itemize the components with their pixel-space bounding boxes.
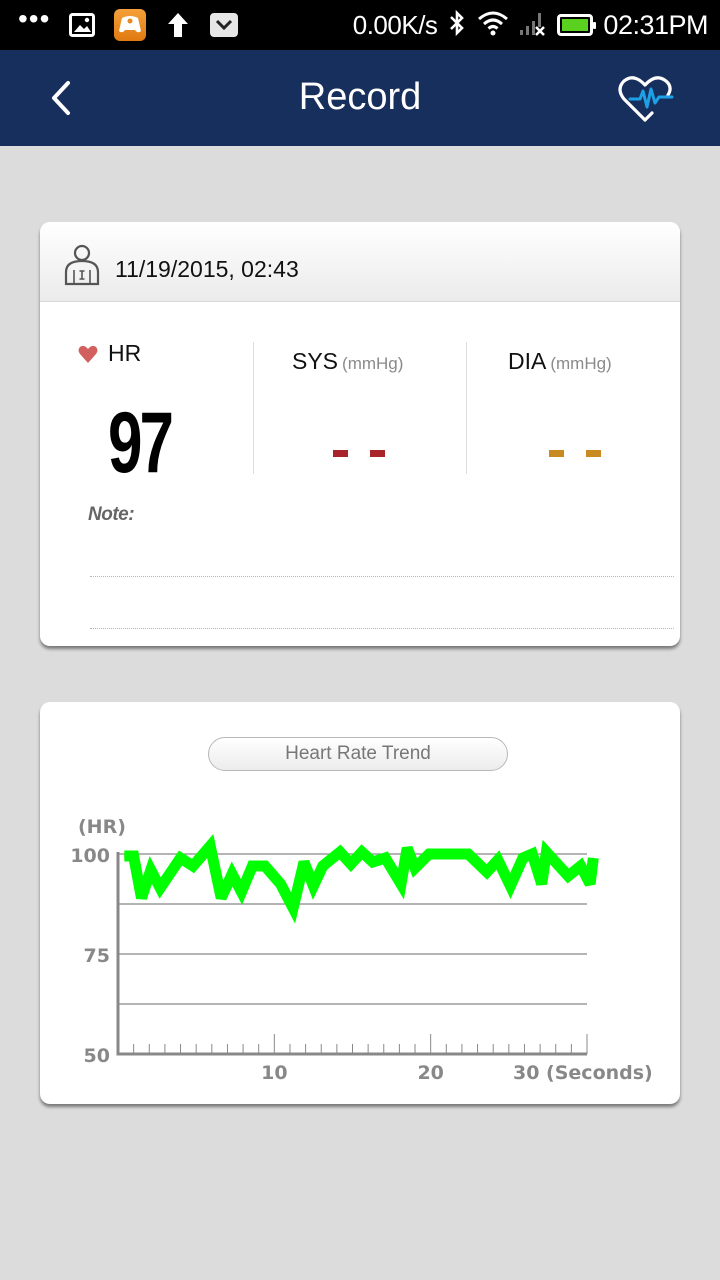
note-input-line[interactable] xyxy=(90,576,674,577)
sys-metric: SYS (mmHg) xyxy=(292,348,403,375)
hr-value: 97 xyxy=(108,395,174,491)
no-signal-icon xyxy=(519,10,547,41)
x-tick-label: 30 (Seconds) xyxy=(513,1062,653,1084)
hr-data-point xyxy=(522,857,524,859)
bluetooth-icon xyxy=(447,9,467,42)
sys-label: SYS xyxy=(292,348,339,374)
upload-arrow-icon xyxy=(164,12,192,38)
hr-data-point xyxy=(150,869,152,871)
hr-data-point xyxy=(467,853,469,855)
hr-data-point xyxy=(312,885,314,887)
hr-data-point xyxy=(133,855,135,857)
hr-data-point xyxy=(220,897,222,899)
hr-data-point xyxy=(384,857,386,859)
status-bar: ••• 0.00K/s 02:31PM xyxy=(0,0,720,50)
hr-data-point xyxy=(123,855,125,857)
hr-data-point xyxy=(531,853,533,855)
trend-card: Heart Rate Trend (HR) 50 75 100 10 20 30 (Seco… xyxy=(40,702,680,1104)
dia-unit: (mmHg) xyxy=(550,354,612,373)
hr-data-point xyxy=(350,863,352,865)
hr-metric: HR xyxy=(78,340,141,367)
hr-data-point xyxy=(567,875,569,877)
gallery-icon xyxy=(68,12,96,38)
app-bar: Record xyxy=(0,50,720,146)
hr-data-point xyxy=(292,907,294,909)
hr-data-point xyxy=(592,857,594,859)
hr-data-point xyxy=(486,871,488,873)
sys-value-empty xyxy=(333,450,385,457)
hr-data-point xyxy=(241,891,243,893)
user-icon xyxy=(64,244,100,286)
y-tick-label: 100 xyxy=(70,845,110,867)
hr-data-point xyxy=(372,861,374,863)
hr-data-point xyxy=(140,897,142,899)
hr-data-point xyxy=(280,883,282,885)
note-input-line[interactable] xyxy=(90,628,674,629)
hr-data-point xyxy=(589,883,591,885)
hr-label: HR xyxy=(108,340,142,366)
sys-dash xyxy=(370,450,385,457)
hr-data-point xyxy=(497,859,499,861)
dia-dash xyxy=(586,450,601,457)
hr-data-point xyxy=(303,861,305,863)
record-header: 11/19/2015, 02:43 xyxy=(40,222,680,302)
heart-rate-chart: (HR) 50 75 100 10 20 30 (Seconds) xyxy=(70,816,653,1084)
battery-icon xyxy=(557,14,597,36)
clock: 02:31PM xyxy=(603,9,708,40)
heart-pulse-icon xyxy=(618,76,674,122)
divider xyxy=(253,342,254,474)
more-dots-icon: ••• xyxy=(18,3,51,34)
hr-data-point xyxy=(361,851,363,853)
hr-series-line xyxy=(124,833,599,924)
hr-data-point xyxy=(251,865,253,867)
x-tick-label: 20 xyxy=(417,1062,443,1084)
network-speed: 0.00K/s xyxy=(352,9,438,40)
dia-metric: DIA (mmHg) xyxy=(508,348,612,375)
hr-data-point xyxy=(192,865,194,867)
hr-data-point xyxy=(414,867,416,869)
hr-data-point xyxy=(264,865,266,867)
dia-dash xyxy=(549,450,564,457)
hr-data-point xyxy=(545,851,547,853)
dia-label: DIA xyxy=(508,348,547,374)
sys-dash xyxy=(333,450,348,457)
hr-data-point xyxy=(406,847,408,849)
hr-data-point xyxy=(400,883,402,885)
y-tick-label: 50 xyxy=(84,1045,110,1067)
x-tick-label: 10 xyxy=(261,1062,287,1084)
game-controller-icon xyxy=(114,9,147,41)
record-datetime: 11/19/2015, 02:43 xyxy=(115,256,299,282)
hr-data-point xyxy=(541,883,543,885)
hr-data-point xyxy=(580,865,582,867)
wifi-icon xyxy=(477,10,509,41)
sys-unit: (mmHg) xyxy=(342,354,404,373)
page-title: Record xyxy=(298,76,422,118)
dia-value-empty xyxy=(549,450,601,457)
heart-monitor-button[interactable] xyxy=(614,70,680,128)
record-card: 11/19/2015, 02:43 HR 97 SYS (mmHg) DIA (mm… xyxy=(40,222,680,646)
y-axis-label: (HR) xyxy=(78,816,126,838)
hr-data-point xyxy=(231,873,233,875)
hr-data-point xyxy=(180,857,182,859)
heart-icon xyxy=(78,345,98,363)
y-tick-label: 75 xyxy=(84,945,110,967)
hr-data-point xyxy=(339,851,341,853)
hr-data-point xyxy=(428,853,430,855)
hr-data-point xyxy=(209,845,211,847)
hr-data-point xyxy=(159,887,161,889)
hr-data-point xyxy=(322,865,324,867)
hr-data-point xyxy=(509,885,511,887)
note-label: Note: xyxy=(88,504,135,525)
mail-icon xyxy=(210,12,239,38)
divider xyxy=(466,342,467,474)
